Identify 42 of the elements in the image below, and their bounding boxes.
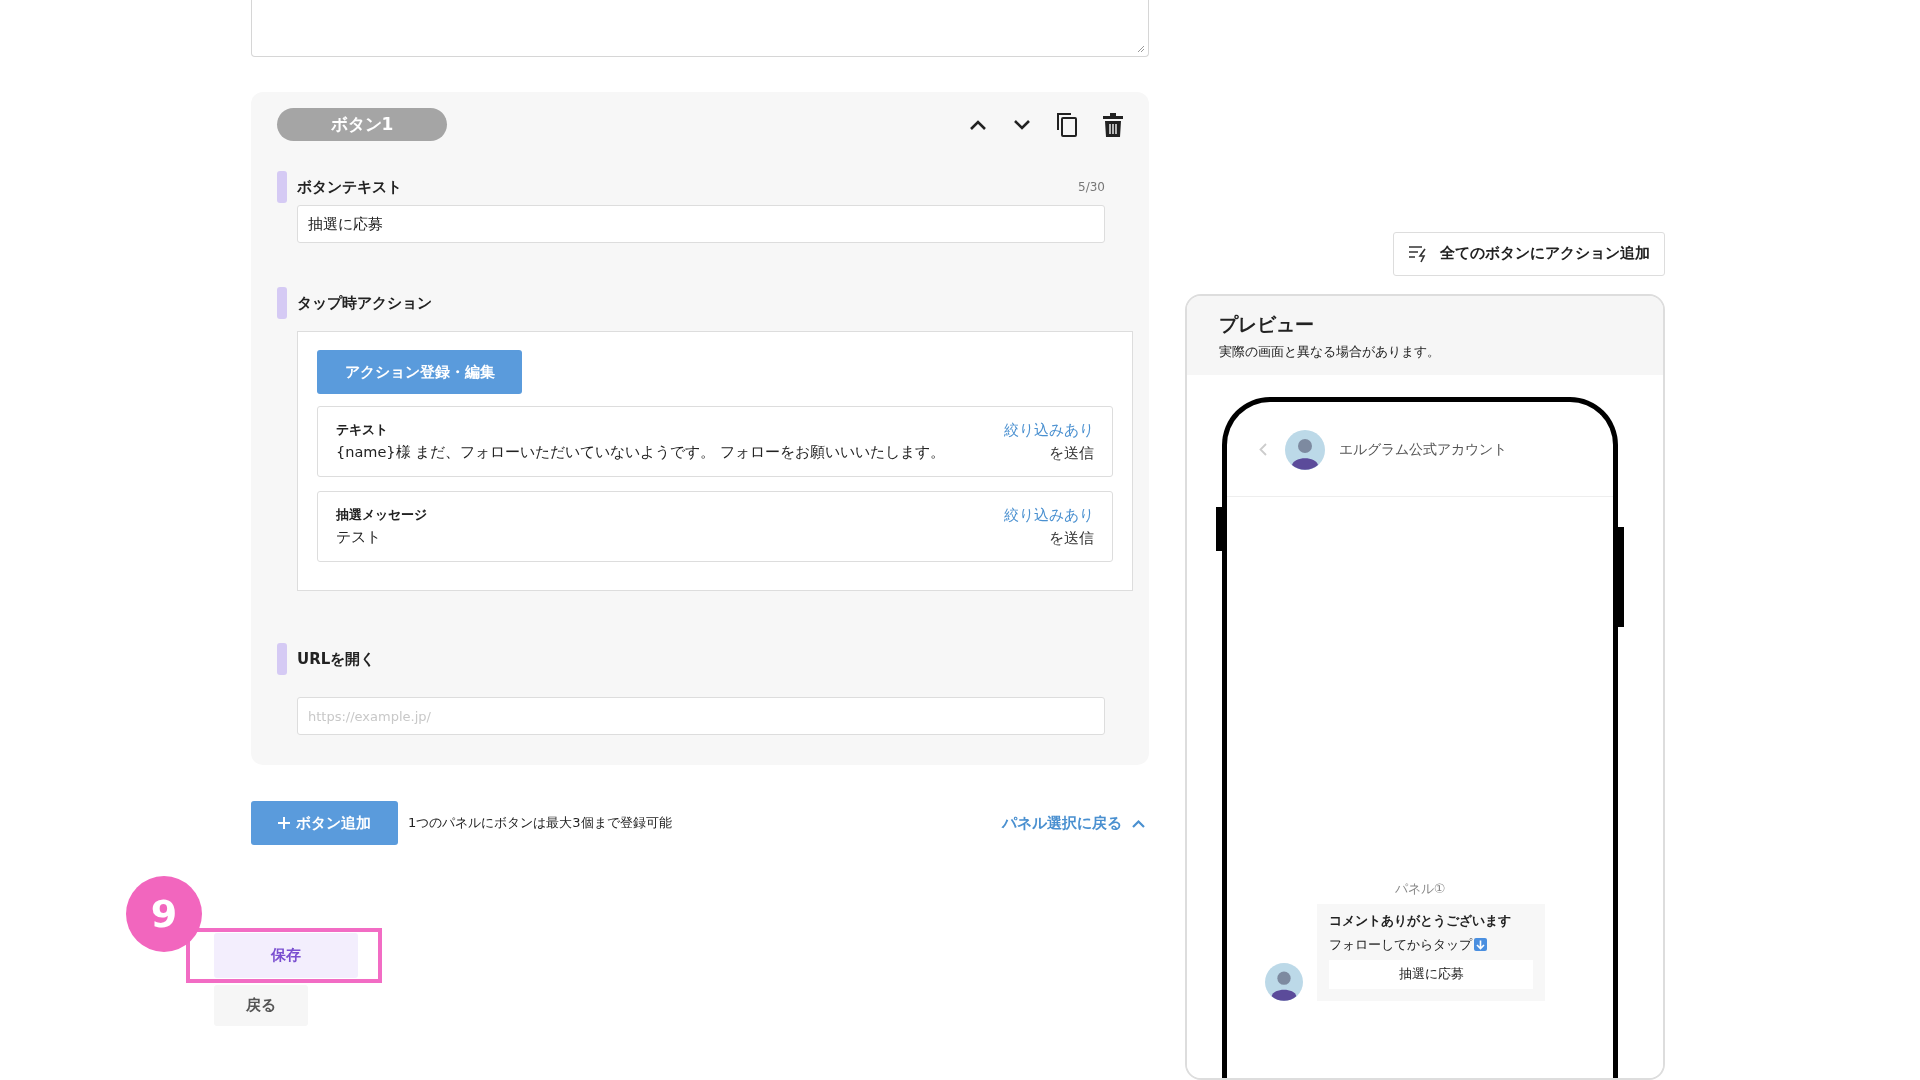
textarea-field[interactable] <box>251 0 1149 57</box>
preview-note: 実際の画面と異なる場合があります。 <box>1219 343 1441 361</box>
accent-bar <box>277 287 287 319</box>
send-label: を送信 <box>1049 444 1094 463</box>
action-type: テキスト <box>336 421 389 439</box>
plus-icon <box>278 817 290 829</box>
trash-icon[interactable] <box>1103 112 1123 137</box>
move-up-icon[interactable] <box>969 118 987 131</box>
message-text: フォローしてからタップ <box>1329 935 1472 954</box>
action-item[interactable]: 抽選メッセージ テスト 絞り込みあり を送信 <box>317 491 1113 562</box>
action-type: 抽選メッセージ <box>336 506 427 524</box>
message-action-button[interactable]: 抽選に応募 <box>1329 959 1533 989</box>
preview-title: プレビュー <box>1219 311 1315 337</box>
move-down-icon[interactable] <box>1013 118 1031 131</box>
action-content: テスト <box>336 528 382 547</box>
limit-note: 1つのパネルにボタンは最大3個まで登録可能 <box>408 814 673 832</box>
resize-grip-icon <box>1137 45 1145 53</box>
action-content: {name}様 まだ、フォローいただいていないようです。 フォローをお願いいいたします。 <box>336 443 945 462</box>
save-button[interactable]: 保存 <box>214 933 358 978</box>
back-button[interactable]: 戻る <box>214 985 308 1026</box>
bulk-add-action-button[interactable]: 全てのボタンにアクション追加 <box>1393 232 1665 276</box>
message-title: コメントありがとうございます <box>1329 911 1512 930</box>
accent-bar <box>277 643 287 675</box>
account-name: エルグラム公式アカウント <box>1339 440 1507 459</box>
character-counter: 5/30 <box>1078 180 1105 194</box>
button-text-label: ボタンテキスト <box>297 177 403 197</box>
avatar-icon <box>1265 962 1303 1001</box>
button-number-badge: ボタン1 <box>277 108 447 141</box>
accent-bar <box>277 171 287 203</box>
step-number-badge: 9 <box>126 876 202 952</box>
down-arrow-icon <box>1474 938 1487 952</box>
button-text-field[interactable]: 抽選に応募 <box>297 205 1105 243</box>
copy-icon[interactable] <box>1057 112 1077 137</box>
panel-label: パネル① <box>1394 879 1446 898</box>
avatar-icon <box>1285 429 1325 470</box>
open-url-label: URLを開く <box>297 649 377 669</box>
send-label: を送信 <box>1049 529 1094 548</box>
chevron-up-icon <box>1132 818 1145 828</box>
filter-link[interactable]: 絞り込みあり <box>1004 506 1094 525</box>
tap-action-label: タップ時アクション <box>297 293 433 313</box>
filter-link[interactable]: 絞り込みあり <box>1004 421 1094 440</box>
action-item[interactable]: テキスト {name}様 まだ、フォローいただいていないようです。 フォローをお願いいいたします。 絞り込みあり を送信 <box>317 406 1113 477</box>
